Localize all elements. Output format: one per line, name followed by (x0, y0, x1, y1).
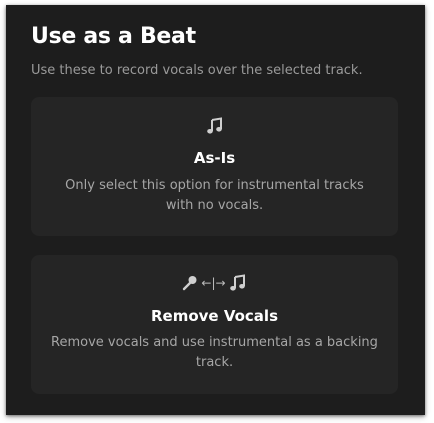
dialog-title: Use as a Beat (31, 24, 196, 49)
use-as-beat-dialog: Use as a Beat Use these to record vocals… (6, 5, 425, 415)
swap-arrow-icon: ←|→ (201, 276, 226, 290)
microphone-icon (183, 276, 197, 291)
music-note-icon (229, 274, 245, 291)
music-note-icon (31, 117, 398, 135)
remove-vocals-title: Remove Vocals (150, 307, 278, 325)
as-is-description: Only select this option for instrumental… (65, 178, 364, 213)
as-is-title: As-Is (193, 149, 236, 167)
remove-vocals-option[interactable]: ←|→ Remove Vocals Remove vocals and use … (31, 255, 398, 394)
dialog-frame: Use as a Beat Use these to record vocals… (6, 5, 425, 415)
mic-to-music-icon: ←|→ (31, 274, 398, 292)
remove-vocals-description: Remove vocals and use instrumental as a … (51, 335, 378, 370)
as-is-option[interactable]: As-Is Only select this option for instru… (31, 97, 398, 236)
dialog-subtitle: Use these to record vocals over the sele… (31, 63, 363, 78)
